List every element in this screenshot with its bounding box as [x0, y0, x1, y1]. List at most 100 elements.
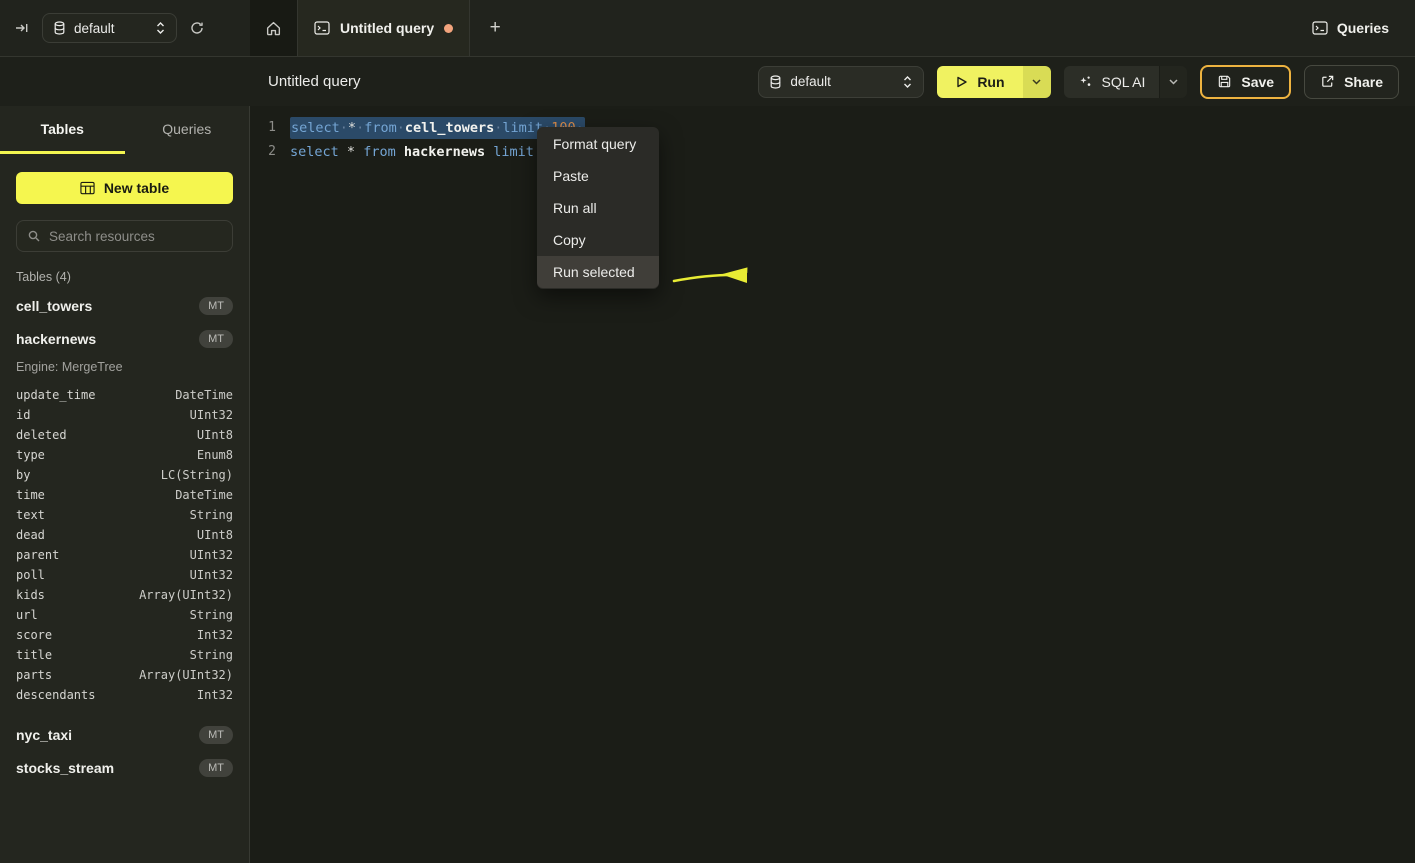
top-bar: default — [0, 0, 1415, 57]
chevron-down-icon — [1031, 78, 1042, 86]
table-columns: update_timeDateTimeidUInt32deletedUInt8t… — [16, 385, 233, 705]
column-type: Array(UInt32) — [139, 668, 233, 682]
column-name: url — [16, 608, 38, 622]
save-icon — [1217, 74, 1232, 89]
line-number: 1 — [250, 116, 276, 140]
ai-sparkles-icon — [1078, 74, 1093, 89]
code-token: limit — [493, 144, 534, 160]
database-select-value: default — [74, 21, 147, 36]
table-engine-label: Engine: MergeTree — [16, 356, 233, 378]
toolbar-actions: default Run — [758, 65, 1415, 99]
column-name: descendants — [16, 688, 95, 702]
column-row: poll UInt32 — [16, 565, 233, 585]
table-name: nyc_taxi — [16, 727, 72, 743]
column-row: idUInt32 — [16, 405, 233, 425]
column-row: byLC(String) — [16, 465, 233, 485]
search-resources-input[interactable] — [49, 229, 222, 244]
tab-strip: Untitled query + — [250, 0, 520, 56]
code-area[interactable]: 1select·*·from·cell_towers·limit·100·2se… — [250, 116, 1415, 164]
code-token: select — [290, 144, 339, 160]
column-type: String — [190, 508, 233, 522]
collapse-sidebar-button[interactable] — [14, 20, 30, 36]
column-name: score — [16, 628, 52, 642]
topbar-database-select[interactable]: default — [42, 13, 177, 43]
context-menu-item[interactable]: Run all — [537, 192, 659, 224]
code-token — [396, 144, 404, 160]
tab-home[interactable] — [250, 0, 298, 56]
save-button-label: Save — [1241, 74, 1274, 90]
toolbar-database-select[interactable]: default — [758, 66, 924, 98]
code-token — [339, 144, 347, 160]
column-type: String — [190, 648, 233, 662]
context-menu-item[interactable]: Format query — [537, 128, 659, 160]
sidebar: Tables Queries New table — [0, 106, 250, 863]
engine-badge: MT — [199, 330, 233, 348]
sql-ai-button[interactable]: SQL AI — [1064, 66, 1161, 98]
queries-button[interactable]: Queries — [1312, 20, 1389, 36]
new-table-label: New table — [104, 180, 169, 196]
tab-untitled-query[interactable]: Untitled query — [298, 0, 470, 56]
sidebar-tab-queries[interactable]: Queries — [125, 106, 250, 154]
column-type: DateTime — [175, 388, 233, 402]
column-type: Int32 — [197, 688, 233, 702]
column-type: UInt8 — [197, 428, 233, 442]
run-button[interactable]: Run — [937, 66, 1022, 98]
run-split-button: Run — [937, 66, 1050, 98]
engine-badge: MT — [199, 297, 233, 315]
column-type: Array(UInt32) — [139, 588, 233, 602]
tab-label: Untitled query — [340, 20, 434, 36]
table-name: hackernews — [16, 331, 96, 347]
column-row: parentUInt32 — [16, 545, 233, 565]
chevron-updown-icon — [902, 75, 913, 89]
column-type: UInt32 — [190, 408, 233, 422]
context-menu: Format queryPasteRun allCopyRun selected — [537, 127, 659, 289]
code-token: · — [356, 120, 364, 136]
editor-pane[interactable]: 1select·*·from·cell_towers·limit·100·2se… — [250, 106, 1415, 863]
column-name: time — [16, 488, 45, 502]
column-row: kids Array(UInt32) — [16, 585, 233, 605]
unsaved-changes-dot — [444, 24, 453, 33]
terminal-icon — [1312, 21, 1328, 35]
column-type: Enum8 — [197, 448, 233, 462]
sidebar-tab-tables[interactable]: Tables — [0, 106, 125, 154]
share-button[interactable]: Share — [1304, 65, 1399, 99]
column-type: String — [190, 608, 233, 622]
column-row: url String — [16, 605, 233, 625]
column-name: poll — [16, 568, 45, 582]
column-row: update_timeDateTime — [16, 385, 233, 405]
table-row[interactable]: nyc_taxi MT — [16, 719, 233, 751]
queries-button-label: Queries — [1337, 20, 1389, 36]
query-toolbar: Untitled query default — [0, 57, 1415, 106]
save-button[interactable]: Save — [1200, 65, 1291, 99]
column-row: deadUInt8 — [16, 525, 233, 545]
home-icon — [265, 20, 282, 37]
code-line[interactable]: 2select * from hackernews limit — [250, 140, 1415, 164]
refresh-icon — [189, 20, 205, 36]
table-name: cell_towers — [16, 298, 92, 314]
table-row[interactable]: hackernews MT — [16, 323, 233, 355]
code-token: select — [291, 120, 340, 136]
code-line[interactable]: 1select·*·from·cell_towers·limit·100· — [250, 116, 1415, 140]
sql-ai-options-button[interactable] — [1160, 66, 1187, 98]
engine-badge: MT — [199, 726, 233, 744]
column-row: time DateTime — [16, 485, 233, 505]
refresh-button[interactable] — [189, 20, 205, 36]
column-type: Int32 — [197, 628, 233, 642]
play-icon — [955, 75, 968, 89]
column-name: type — [16, 448, 45, 462]
table-row[interactable]: cell_towers MT — [16, 290, 233, 322]
column-name: title — [16, 648, 52, 662]
context-menu-item[interactable]: Paste — [537, 160, 659, 192]
column-type: UInt32 — [190, 568, 233, 582]
context-menu-item[interactable]: Run selected — [537, 256, 659, 288]
sidebar-tabs: Tables Queries — [0, 106, 249, 154]
topbar-left: default — [0, 0, 250, 56]
new-table-button[interactable]: New table — [16, 172, 233, 204]
run-options-button[interactable] — [1023, 66, 1051, 98]
column-type: DateTime — [175, 488, 233, 502]
database-icon — [769, 75, 782, 89]
new-tab-button[interactable]: + — [470, 0, 520, 56]
column-name: kids — [16, 588, 45, 602]
context-menu-item[interactable]: Copy — [537, 224, 659, 256]
table-row[interactable]: stocks_streamMT — [16, 752, 233, 784]
